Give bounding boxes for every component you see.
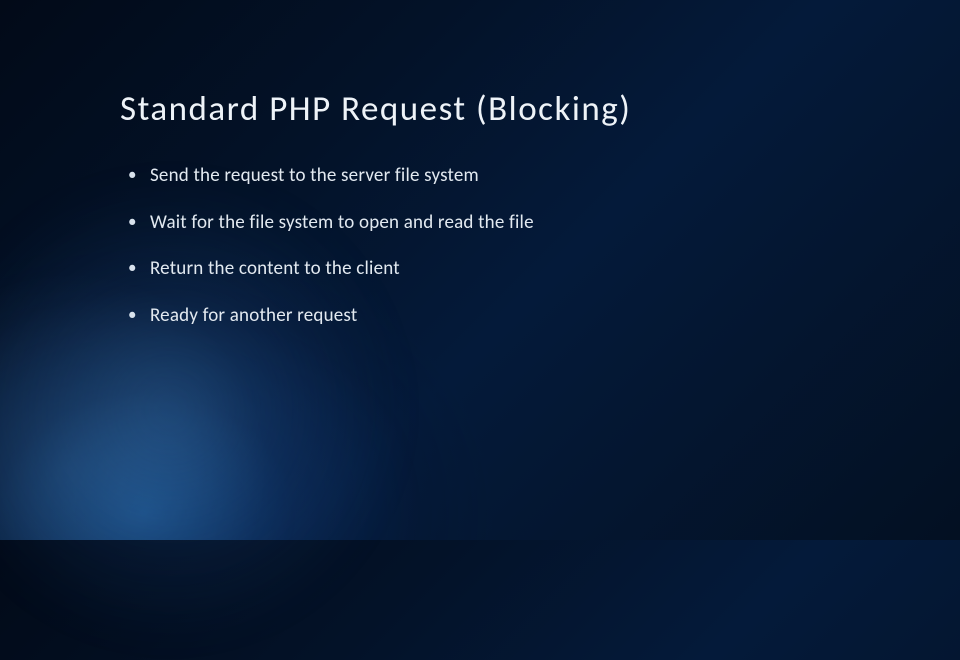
list-item: Return the content to the client	[128, 255, 890, 284]
list-item: Ready for another request	[128, 302, 890, 331]
list-item: Send the request to the server file syst…	[128, 162, 890, 191]
slide-title: Standard PHP Request (Blocking)	[120, 88, 890, 130]
list-item: Wait for the file system to open and rea…	[128, 209, 890, 238]
slide-container: Standard PHP Request (Blocking) Send the…	[0, 0, 960, 540]
bullet-list: Send the request to the server file syst…	[120, 162, 890, 330]
